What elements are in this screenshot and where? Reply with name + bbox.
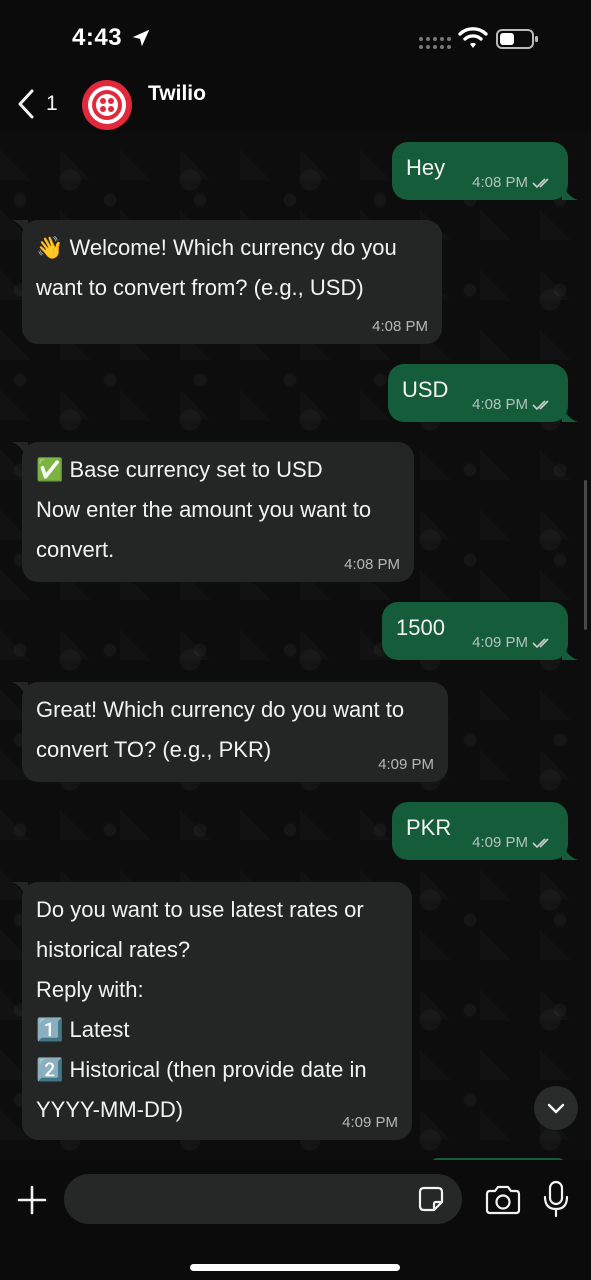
bubble-tail [12,882,28,900]
message-input[interactable] [80,1174,410,1224]
location-arrow-icon [132,29,150,47]
message-time: 4:09 PM [342,1114,398,1131]
message-text: 👋 Welcome! Which currency do you want to… [36,235,397,300]
outgoing-message[interactable]: 1500 4:09 PM [382,602,578,660]
read-ticks-icon [532,178,549,189]
camera-icon[interactable] [484,1184,522,1216]
bubble-tail [12,682,28,700]
incoming-message[interactable]: 👋 Welcome! Which currency do you want to… [12,220,442,344]
message-composer [0,1160,591,1280]
microphone-icon[interactable] [542,1180,570,1218]
bubble-tail [562,182,578,200]
read-ticks-icon [532,838,549,849]
avatar[interactable] [82,80,132,130]
message-time: 4:08 PM [372,318,428,335]
outgoing-message[interactable]: USD 4:08 PM [388,364,578,422]
status-bar: 4:43 [0,0,591,80]
bubble-tail [12,442,28,460]
sticker-icon[interactable] [416,1184,446,1214]
chat-header: 1 Twilio [0,70,591,134]
outgoing-message[interactable]: Hey 4:08 PM [392,142,578,200]
message-time: 4:08 PM [472,174,528,191]
message-time: 4:08 PM [344,556,400,573]
status-time: 4:43 [72,24,123,51]
incoming-message[interactable]: Great! Which currency do you want to con… [12,682,448,782]
signal-dots-icon [419,37,451,49]
incoming-message[interactable]: Do you want to use latest rates or histo… [12,882,412,1140]
message-text: Great! Which currency do you want to con… [36,697,405,762]
twilio-logo-icon [88,86,126,124]
battery-icon [496,29,538,49]
unread-count[interactable]: 1 [46,92,58,116]
home-indicator [190,1264,400,1271]
bubble-tail [12,220,28,238]
message-input-container[interactable] [64,1174,462,1224]
message-text: ✅ Base currency set to USD Now enter the… [36,457,372,562]
incoming-message[interactable]: ✅ Base currency set to USD Now enter the… [12,442,414,582]
outgoing-message[interactable]: PKR 4:09 PM [392,802,578,860]
scrollbar[interactable] [584,480,587,630]
scroll-to-bottom-button[interactable] [534,1086,578,1130]
chevron-down-icon [547,1103,565,1114]
read-ticks-icon [532,638,549,649]
message-text: Do you want to use latest rates or histo… [36,897,367,1122]
message-time: 4:09 PM [472,834,528,851]
chevron-left-icon[interactable] [14,88,38,120]
wifi-icon [458,27,488,48]
plus-icon[interactable] [16,1184,48,1216]
message-time: 4:08 PM [472,396,528,413]
contact-name[interactable]: Twilio [148,82,206,106]
bubble-tail [562,642,578,660]
read-ticks-icon [532,400,549,411]
bubble-tail [562,842,578,860]
message-time: 4:09 PM [472,634,528,651]
bubble-tail [562,404,578,422]
message-time: 4:09 PM [378,756,434,773]
